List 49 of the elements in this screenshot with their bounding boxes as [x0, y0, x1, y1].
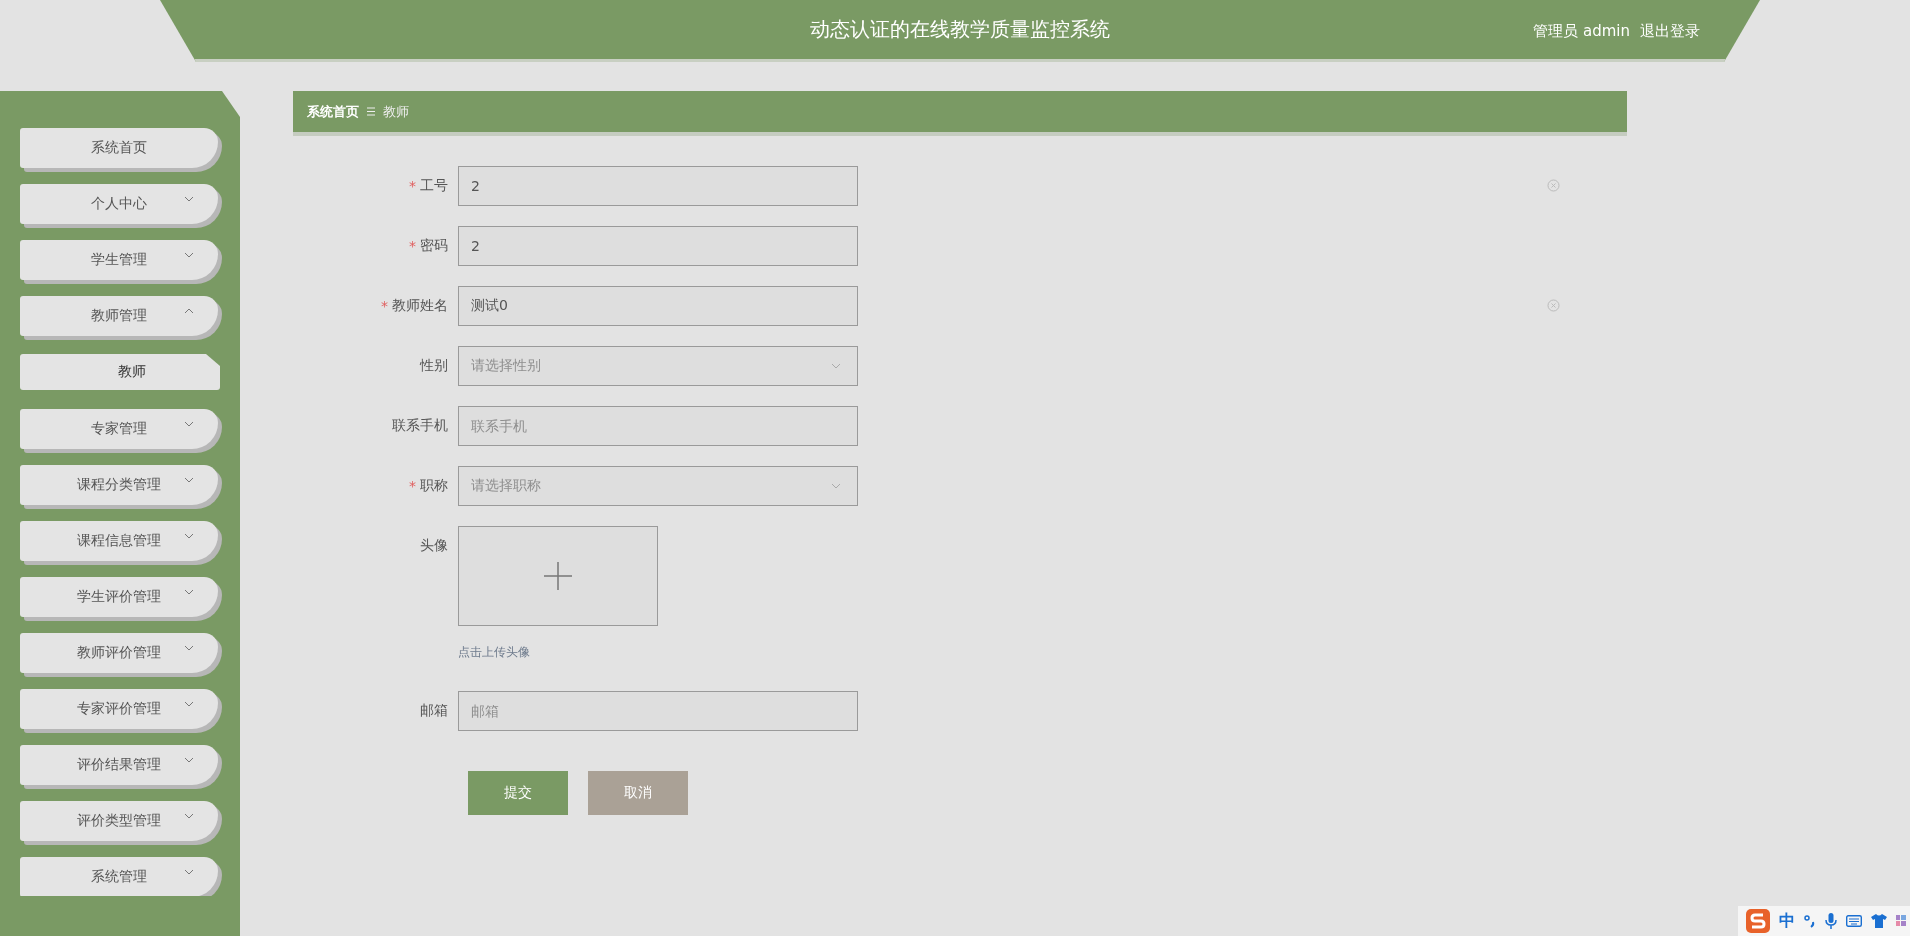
- upload-box[interactable]: [458, 526, 658, 626]
- field-label: 职称: [420, 477, 448, 495]
- plus-icon: [544, 562, 572, 590]
- caret-down-icon: [184, 757, 194, 763]
- submit-button[interactable]: 提交: [468, 771, 568, 815]
- required-mark: *: [381, 298, 388, 314]
- field-label: 邮箱: [420, 702, 448, 720]
- upload-hint: 点击上传头像: [458, 644, 531, 661]
- keyboard-icon[interactable]: [1846, 915, 1862, 927]
- caret-down-icon: [184, 869, 194, 875]
- field-label: 教师姓名: [392, 297, 448, 315]
- ime-mode[interactable]: 中: [1779, 910, 1795, 932]
- field-label: 密码: [420, 237, 448, 255]
- user-label: 管理员 admin: [1533, 22, 1630, 41]
- menu-item[interactable]: 系统管理: [20, 857, 218, 896]
- grid-icon[interactable]: [1896, 914, 1906, 928]
- required-mark: *: [409, 178, 416, 194]
- caret-down-icon: [831, 483, 841, 489]
- caret-down-icon: [184, 701, 194, 707]
- input-field[interactable]: 2: [458, 166, 858, 206]
- field-label: 联系手机: [392, 417, 448, 435]
- field-label: 性别: [420, 357, 448, 375]
- ime-logo-icon[interactable]: [1746, 909, 1770, 933]
- input-field[interactable]: 邮箱: [458, 691, 858, 731]
- punctuation-icon[interactable]: [1804, 914, 1816, 928]
- caret-down-icon: [184, 533, 194, 539]
- caret-down-icon: [184, 813, 194, 819]
- field-label: 工号: [420, 177, 448, 195]
- caret-down-icon: [184, 196, 194, 202]
- input-field[interactable]: 2: [458, 226, 858, 266]
- caret-down-icon: [184, 589, 194, 595]
- app-title: 动态认证的在线教学质量监控系统: [810, 16, 1110, 43]
- microphone-icon[interactable]: [1825, 913, 1837, 929]
- caret-down-icon: [831, 363, 841, 369]
- caret-up-icon: [184, 308, 194, 314]
- caret-down-icon: [184, 252, 194, 258]
- input-field[interactable]: 测试0: [458, 286, 858, 326]
- menu-icon: [367, 107, 375, 116]
- shirt-icon[interactable]: [1871, 914, 1887, 928]
- breadcrumb-link[interactable]: 系统首页: [307, 102, 359, 121]
- caret-down-icon: [184, 477, 194, 483]
- input-field[interactable]: 联系手机: [458, 406, 858, 446]
- required-mark: *: [409, 478, 416, 494]
- required-mark: *: [409, 238, 416, 254]
- caret-down-icon: [184, 421, 194, 427]
- submenu-item[interactable]: 教师: [20, 354, 220, 390]
- caret-down-icon: [184, 645, 194, 651]
- field-label: 头像: [420, 537, 448, 555]
- logout-link[interactable]: 退出登录: [1640, 22, 1700, 41]
